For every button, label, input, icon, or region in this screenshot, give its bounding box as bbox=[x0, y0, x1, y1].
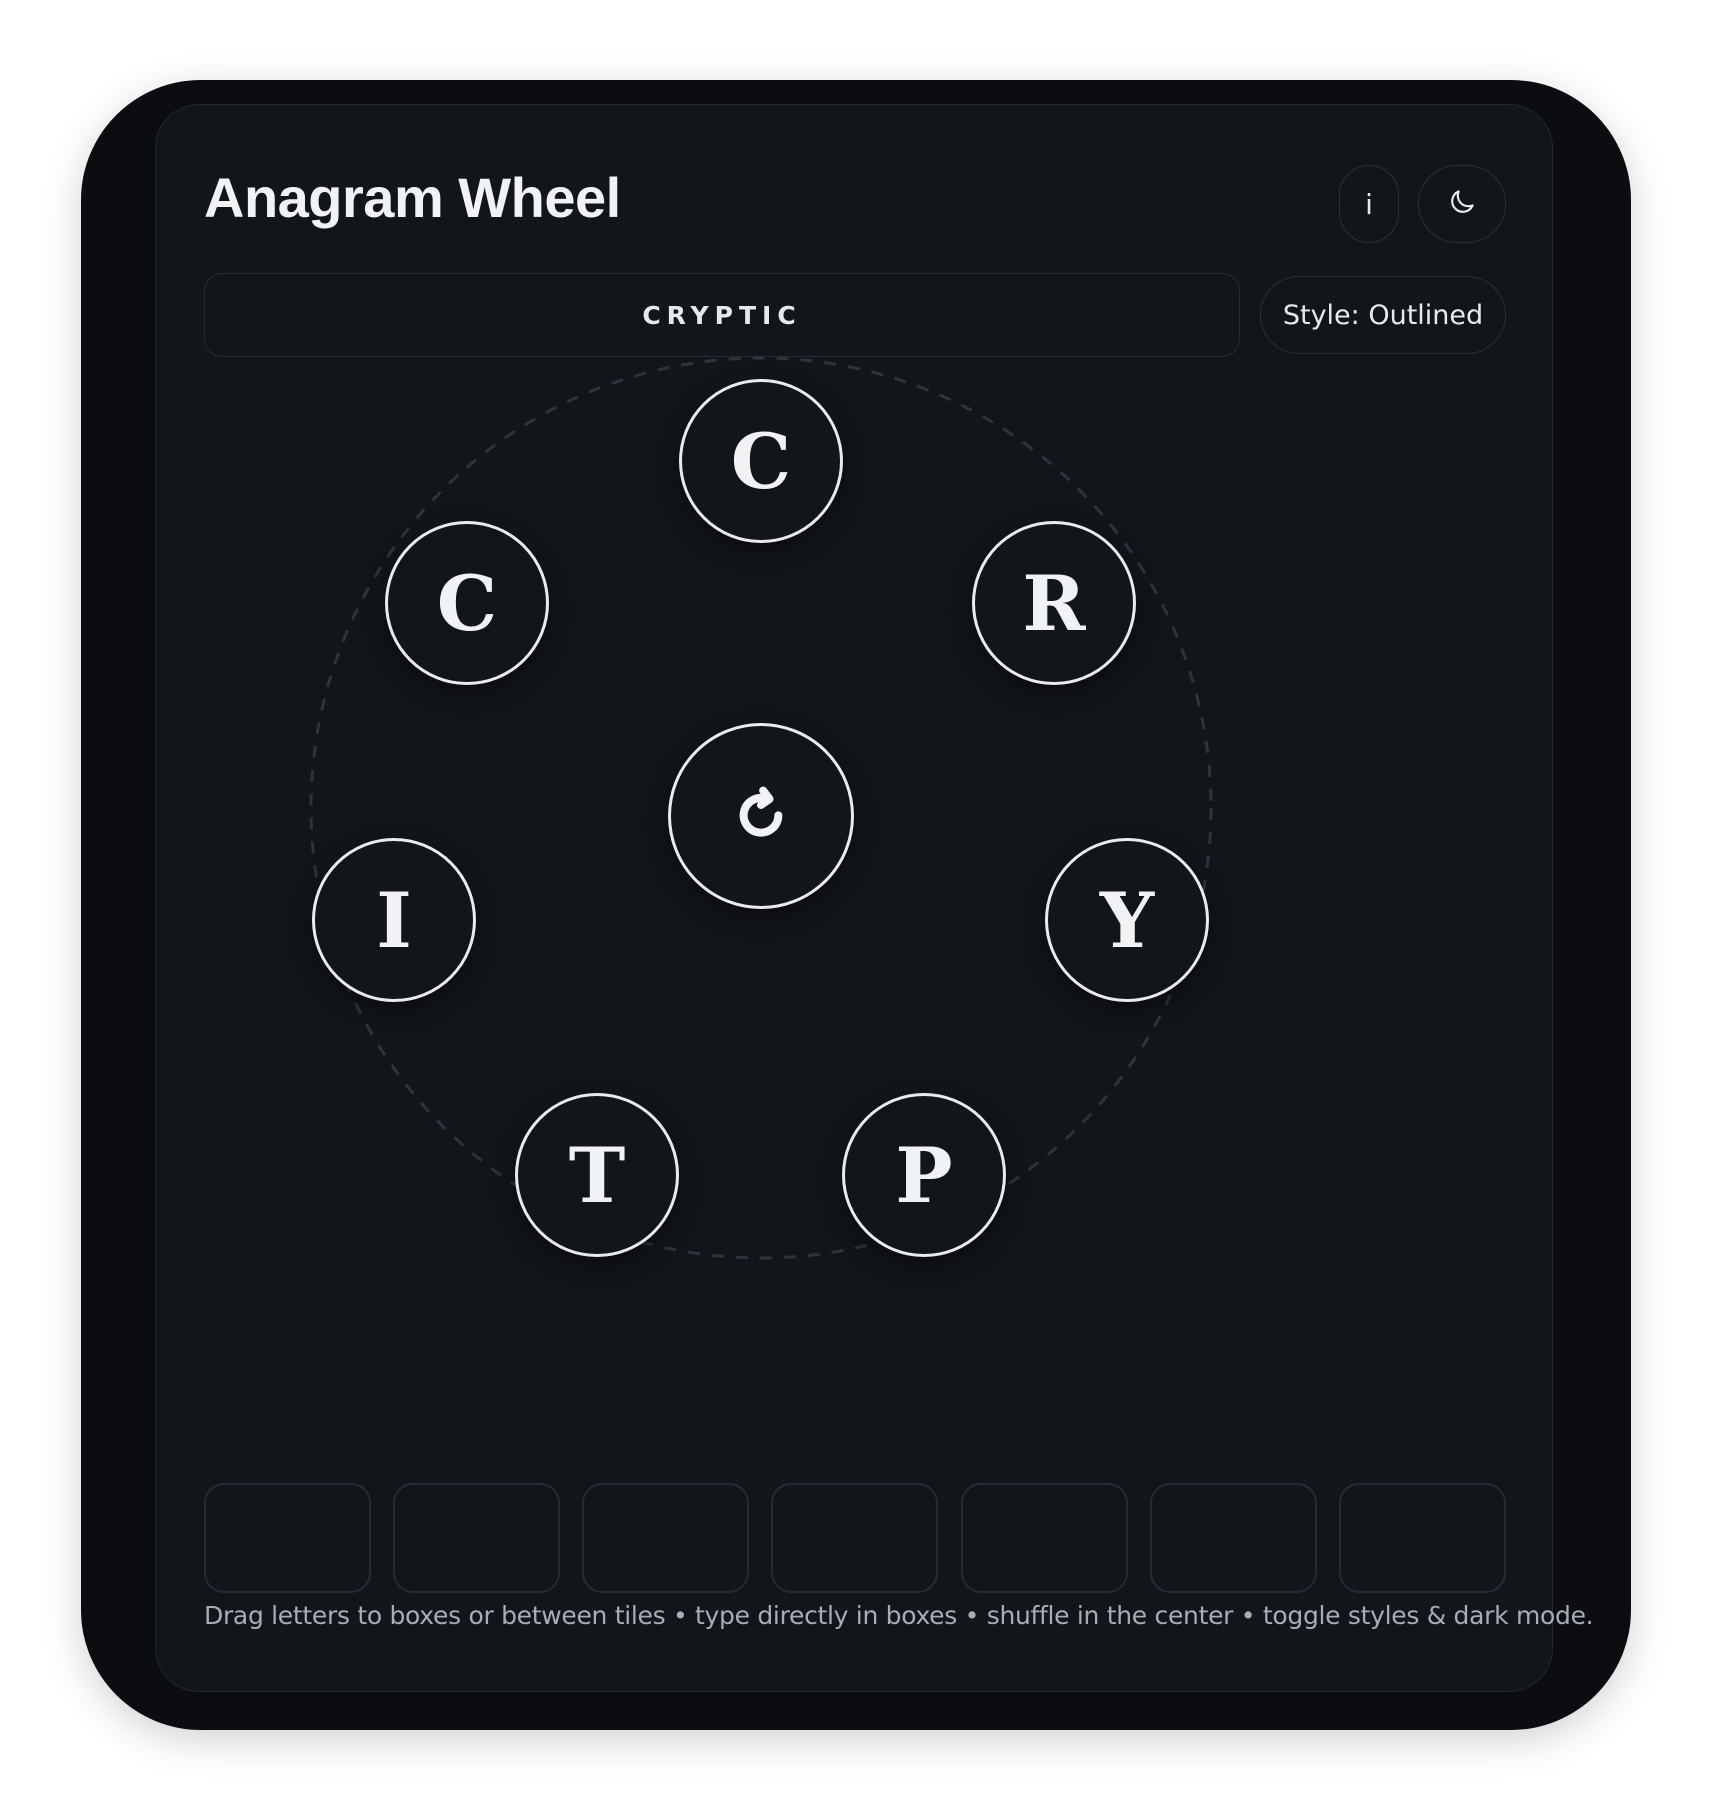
letter-tile[interactable]: C bbox=[385, 521, 549, 685]
instructions-text: Drag letters to boxes or between tiles •… bbox=[204, 1601, 1594, 1630]
answer-box[interactable] bbox=[1338, 1483, 1506, 1593]
answer-box[interactable] bbox=[1149, 1483, 1317, 1593]
letter-tile[interactable]: P bbox=[842, 1093, 1006, 1257]
answer-box[interactable] bbox=[771, 1483, 939, 1593]
answer-box[interactable] bbox=[960, 1483, 1128, 1593]
letter-tile[interactable]: I bbox=[312, 838, 476, 1002]
letter-tile[interactable]: T bbox=[515, 1093, 679, 1257]
answer-box[interactable] bbox=[582, 1483, 750, 1593]
answer-box[interactable] bbox=[393, 1483, 561, 1593]
app-frame: Anagram Wheel i CRYPTIC Style: Outlined … bbox=[81, 80, 1631, 1730]
answer-slots bbox=[204, 1483, 1506, 1593]
letter-wheel: C R Y P T I C bbox=[156, 105, 1554, 1693]
shuffle-refresh-icon bbox=[729, 782, 793, 851]
letter-tile[interactable]: Y bbox=[1045, 838, 1209, 1002]
answer-box[interactable] bbox=[204, 1483, 371, 1593]
letter-tile[interactable]: R bbox=[972, 521, 1136, 685]
game-panel: Anagram Wheel i CRYPTIC Style: Outlined … bbox=[155, 104, 1594, 1693]
letter-tile[interactable]: C bbox=[679, 379, 843, 543]
shuffle-button[interactable] bbox=[668, 723, 854, 909]
